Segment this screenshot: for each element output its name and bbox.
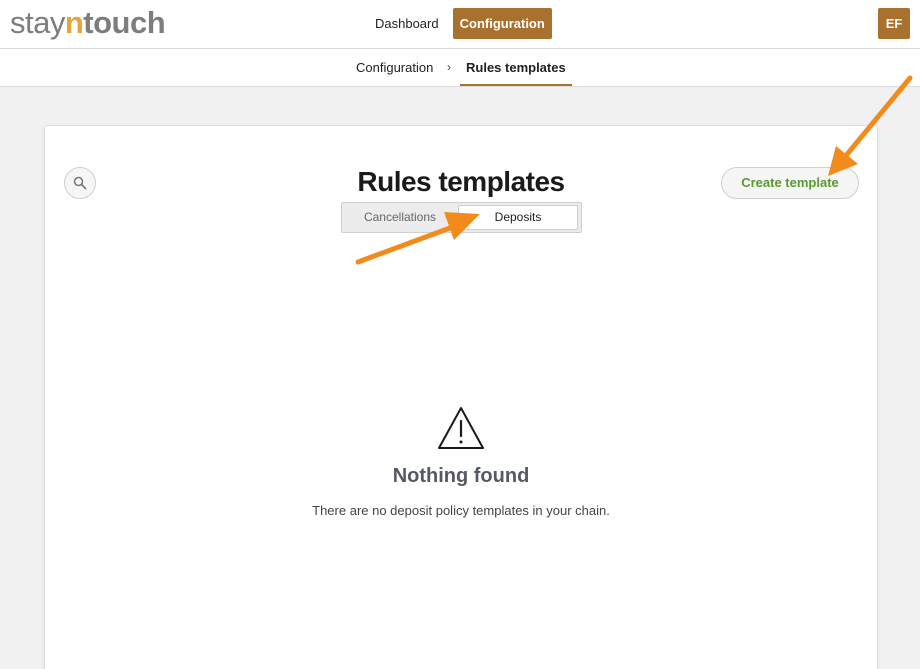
empty-state-title: Nothing found xyxy=(392,465,530,487)
top-bar: stayntouch Dashboard Configuration EF xyxy=(0,0,920,49)
nav-dashboard[interactable]: Dashboard xyxy=(367,8,447,39)
breadcrumb-rules-templates[interactable]: Rules templates xyxy=(460,49,572,86)
create-template-button[interactable]: Create template xyxy=(721,167,859,199)
logo-text-touch: touch xyxy=(83,5,166,40)
breadcrumb-separator: › xyxy=(447,60,451,74)
warning-icon xyxy=(438,407,484,449)
rules-templates-card: Rules templates Create template Cancella… xyxy=(44,125,878,669)
breadcrumb-configuration[interactable]: Configuration xyxy=(356,49,433,86)
user-avatar[interactable]: EF xyxy=(878,8,910,39)
stayntouch-logo[interactable]: stayntouch xyxy=(10,4,166,42)
logo-text-stay: stay xyxy=(10,5,65,40)
logo-text-n: n xyxy=(64,5,84,40)
main-nav: Dashboard Configuration xyxy=(367,8,552,39)
tab-cancellations[interactable]: Cancellations xyxy=(344,205,456,230)
tab-deposits[interactable]: Deposits xyxy=(458,205,578,230)
nav-configuration[interactable]: Configuration xyxy=(452,8,552,39)
policy-type-toggle: Cancellations Deposits xyxy=(341,202,582,233)
empty-state-message: There are no deposit policy templates in… xyxy=(312,503,610,518)
breadcrumb: Configuration › Rules templates xyxy=(0,49,920,87)
